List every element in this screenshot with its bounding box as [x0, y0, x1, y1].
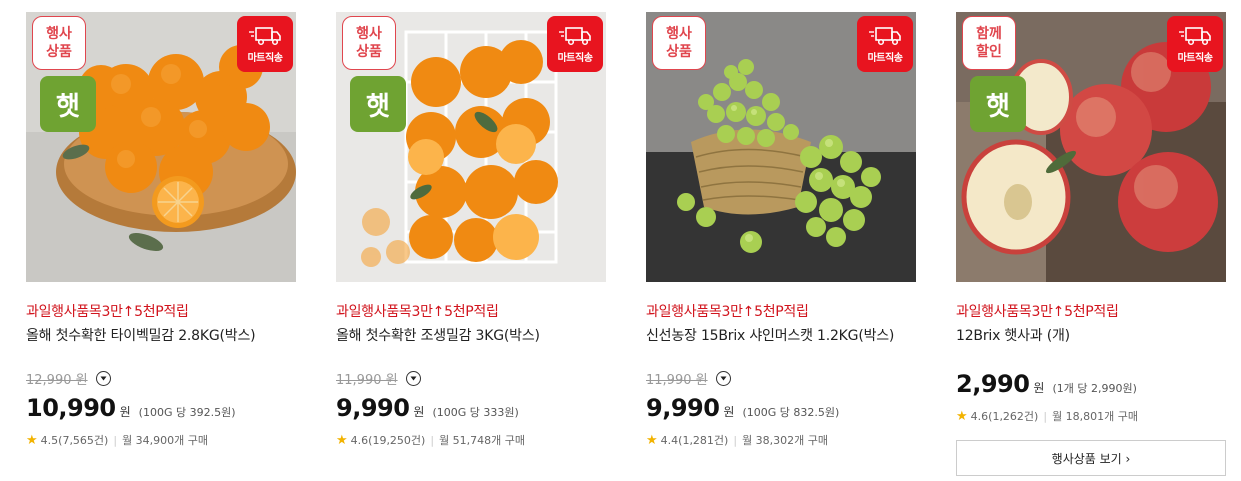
currency-label: 원 [1033, 381, 1045, 395]
event-badge-line2: 할인 [976, 44, 1002, 60]
event-badge: 함께 할인 [962, 16, 1016, 70]
rating-row: ★ 4.5(7,565건) | 월 34,900개 구매 [26, 432, 208, 448]
divider: | [113, 433, 118, 447]
original-price-row: 11,990 원 [336, 369, 421, 388]
purchase-count: 월 34,900개 구매 [122, 434, 209, 447]
rating-text: 4.5(7,565건) [40, 434, 109, 447]
original-price-row: 12,990 원 [26, 369, 111, 388]
truck-icon [559, 26, 591, 45]
fresh-badge: 햇 [350, 76, 406, 132]
delivery-label: 마트직송 [867, 52, 903, 64]
rating-row: ★ 4.6(1,262건) | 월 18,801개 구매 [956, 408, 1138, 424]
fresh-badge: 햇 [970, 76, 1026, 132]
star-icon: ★ [336, 432, 348, 448]
purchase-count: 월 38,302개 구매 [742, 434, 829, 447]
rating-text: 4.6(19,250건) [350, 434, 426, 447]
original-price: 11,990 원 [336, 373, 398, 388]
truck-icon [1179, 26, 1211, 45]
price-detail-button[interactable] [95, 371, 111, 386]
event-badge-line2: 상품 [46, 44, 72, 60]
promo-text: 과일행사품목3만↑5천P적립 [646, 304, 809, 320]
truck-icon [249, 26, 281, 45]
unit-price: (100G 당 333원) [432, 406, 519, 419]
price-row: 9,990 원 (100G 당 832.5원) [646, 394, 839, 422]
delivery-label: 마트직송 [557, 52, 593, 64]
price-row: 9,990 원 (100G 당 333원) [336, 394, 519, 422]
price-detail-button[interactable] [405, 371, 421, 386]
product-card[interactable]: 함께 할인 햇 마트직송 과일행사품목3만↑5천P적립 12Brix 햇사과 (… [956, 12, 1226, 476]
promo-text: 과일행사품목3만↑5천P적립 [956, 304, 1119, 320]
star-icon: ★ [956, 408, 968, 424]
star-icon: ★ [646, 432, 658, 448]
mart-delivery-badge: 마트직송 [237, 16, 293, 72]
price-detail-button[interactable] [715, 371, 731, 386]
product-name[interactable]: 올해 첫수확한 조생밀감 3KG(박스) [336, 325, 540, 345]
divider: | [733, 433, 738, 447]
sale-price: 9,990 [336, 394, 410, 422]
product-card[interactable]: 행사 상품 햇 마트직송 과일행사품목3만↑5천P적립 올해 첫수확한 조생밀감… [336, 12, 606, 472]
price-row: 10,990 원 (100G 당 392.5원) [26, 394, 236, 422]
event-badge: 행사 상품 [342, 16, 396, 70]
truck-icon [869, 26, 901, 45]
product-image[interactable]: 행사 상품 햇 마트직송 [26, 12, 296, 282]
unit-price: (100G 당 392.5원) [138, 406, 236, 419]
unit-price: (1개 당 2,990원) [1052, 382, 1137, 395]
event-badge: 행사 상품 [652, 16, 706, 70]
product-name[interactable]: 신선농장 15Brix 샤인머스캣 1.2KG(박스) [646, 325, 894, 345]
divider: | [1043, 409, 1048, 423]
product-image[interactable]: 행사 상품 햇 마트직송 [336, 12, 606, 282]
product-card[interactable]: 행사 상품 햇 마트직송 과일행사품목3만↑5천P적립 올해 첫수확한 타이벡밀… [26, 12, 296, 472]
currency-label: 원 [119, 405, 131, 419]
chevron-down-icon [100, 376, 107, 381]
product-card[interactable]: 행사 상품 마트직송 과일행사품목3만↑5천P적립 신선농장 15Brix 샤인… [646, 12, 916, 472]
sale-price: 10,990 [26, 394, 116, 422]
mart-delivery-badge: 마트직송 [547, 16, 603, 72]
promo-text: 과일행사품목3만↑5천P적립 [336, 304, 499, 320]
rating-text: 4.4(1,281건) [660, 434, 729, 447]
currency-label: 원 [723, 405, 735, 419]
fresh-badge: 햇 [40, 76, 96, 132]
price-row: 2,990 원 (1개 당 2,990원) [956, 370, 1137, 398]
event-badge-line1: 행사 [46, 26, 72, 42]
view-event-products-button[interactable]: 행사상품 보기 › [956, 440, 1226, 476]
currency-label: 원 [413, 405, 425, 419]
event-badge-line1: 행사 [666, 26, 692, 42]
purchase-count: 월 18,801개 구매 [1052, 410, 1139, 423]
mart-delivery-badge: 마트직송 [1167, 16, 1223, 72]
rating-row: ★ 4.4(1,281건) | 월 38,302개 구매 [646, 432, 828, 448]
original-price: 12,990 원 [26, 373, 88, 388]
original-price: 11,990 원 [646, 373, 708, 388]
rating-text: 4.6(1,262건) [970, 410, 1039, 423]
event-badge-line2: 상품 [666, 44, 692, 60]
unit-price: (100G 당 832.5원) [742, 406, 840, 419]
sale-price: 2,990 [956, 370, 1030, 398]
chevron-down-icon [720, 376, 727, 381]
sale-price: 9,990 [646, 394, 720, 422]
event-badge-line1: 함께 [976, 26, 1002, 42]
star-icon: ★ [26, 432, 38, 448]
event-badge-line2: 상품 [356, 44, 382, 60]
original-price-row: 11,990 원 [646, 369, 731, 388]
chevron-down-icon [410, 376, 417, 381]
rating-row: ★ 4.6(19,250건) | 월 51,748개 구매 [336, 432, 525, 448]
divider: | [430, 433, 435, 447]
mart-delivery-badge: 마트직송 [857, 16, 913, 72]
product-name[interactable]: 올해 첫수확한 타이벡밀감 2.8KG(박스) [26, 325, 256, 345]
product-name[interactable]: 12Brix 햇사과 (개) [956, 325, 1070, 345]
event-badge-line1: 행사 [356, 26, 382, 42]
purchase-count: 월 51,748개 구매 [439, 434, 526, 447]
delivery-label: 마트직송 [247, 52, 283, 64]
product-image[interactable]: 행사 상품 마트직송 [646, 12, 916, 282]
event-badge: 행사 상품 [32, 16, 86, 70]
delivery-label: 마트직송 [1177, 52, 1213, 64]
promo-text: 과일행사품목3만↑5천P적립 [26, 304, 189, 320]
product-image[interactable]: 함께 할인 햇 마트직송 [956, 12, 1226, 282]
